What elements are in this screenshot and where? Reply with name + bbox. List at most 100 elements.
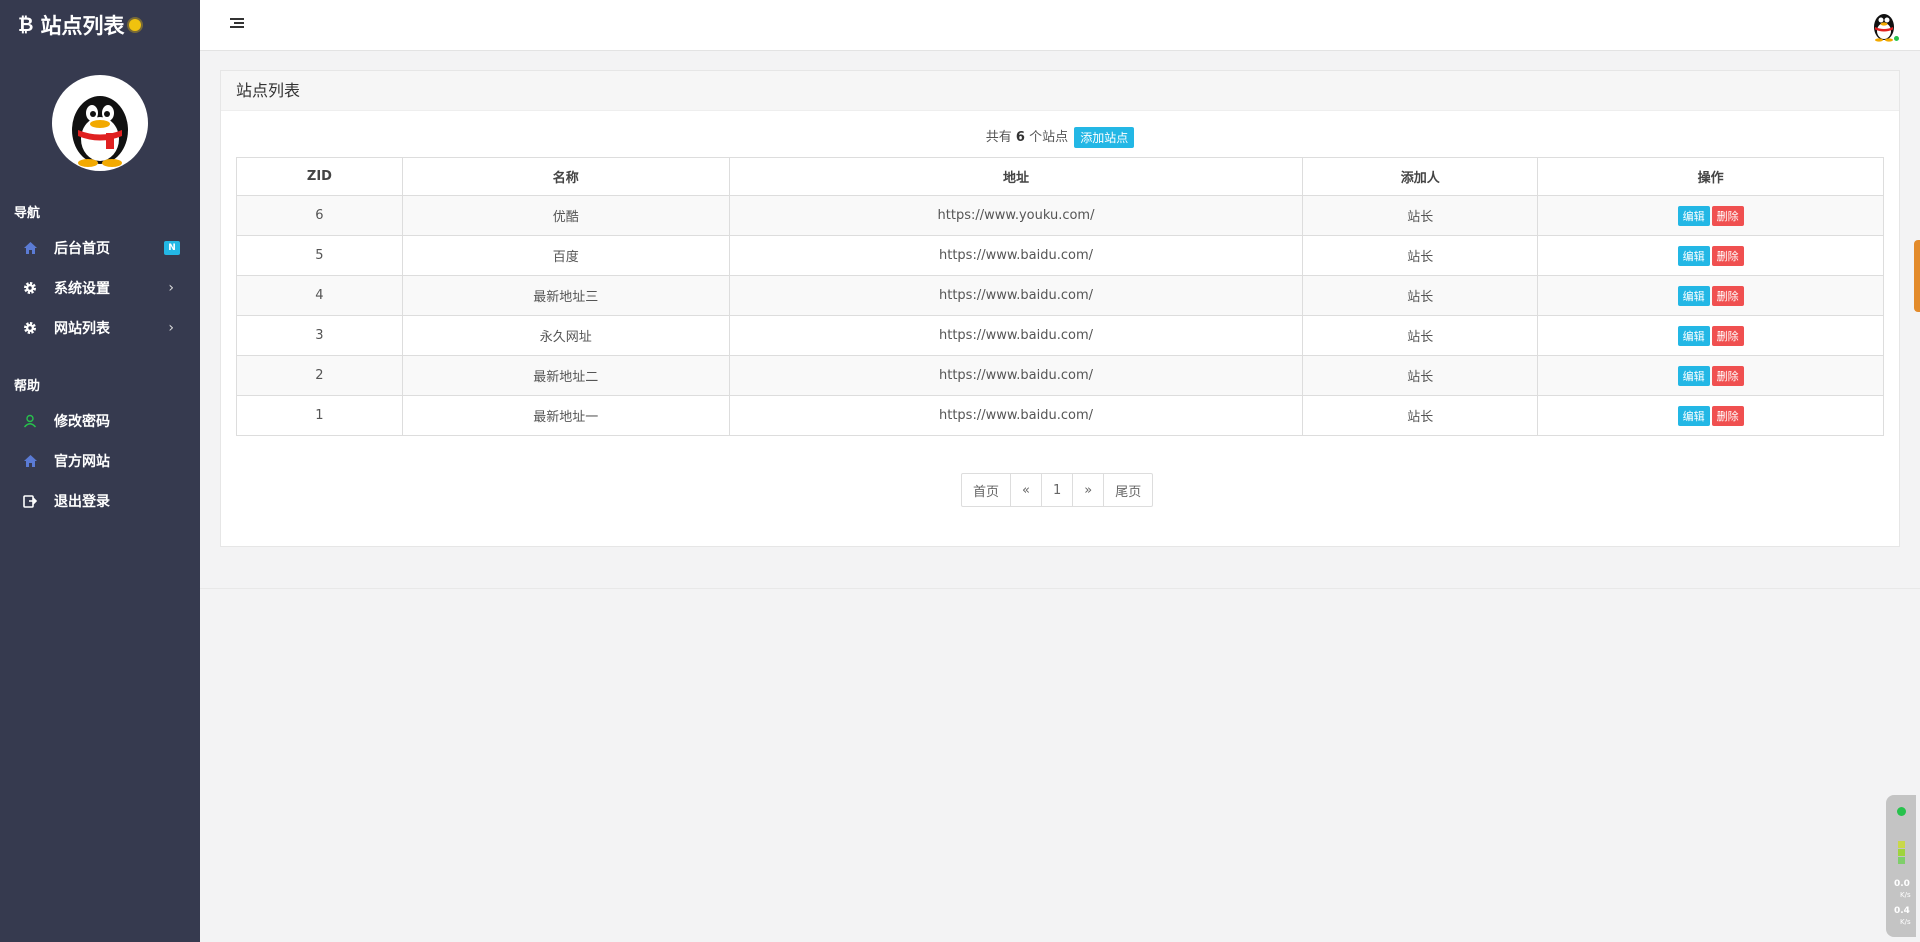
delete-button[interactable]: 删除 <box>1711 325 1744 346</box>
chevron-right-icon: › <box>168 320 174 336</box>
summary-prefix: 共有 <box>985 130 1012 145</box>
chevron-right-icon: › <box>168 280 174 296</box>
cell-zid: 6 <box>236 195 403 236</box>
table-row: 2 最新地址二 https://www.baidu.com/ 站长 编辑 删除 <box>236 355 1884 396</box>
help-heading: 帮助 <box>14 379 41 394</box>
sidebar-item-change-password[interactable]: 修改密码 <box>0 401 200 441</box>
cell-zid: 2 <box>236 355 403 396</box>
cell-adder: 站长 <box>1302 315 1539 356</box>
header-adder: 添加人 <box>1302 157 1539 196</box>
sidebar-item-system-settings[interactable]: 系统设置 › <box>0 268 200 308</box>
cell-name: 最新地址三 <box>401 275 730 316</box>
sidebar: ₿ 站点列表 导航 后台首页 N 系统设置 › 网站列表 › 帮助 修改密码 官… <box>0 0 200 942</box>
edit-button[interactable]: 编辑 <box>1677 285 1710 306</box>
user-icon <box>22 413 38 429</box>
summary-suffix: 个站点 <box>1029 130 1069 145</box>
sidebar-item-dashboard[interactable]: 后台首页 N <box>0 228 200 268</box>
site-table: ZID 名称 地址 添加人 操作 6 优酷 https://www.youku.… <box>236 157 1884 436</box>
gear-icon <box>22 280 38 296</box>
brand[interactable]: ₿ 站点列表 <box>0 0 200 50</box>
cell-adder: 站长 <box>1302 395 1539 436</box>
sidebar-item-official-site[interactable]: 官方网站 <box>0 441 200 481</box>
user-avatar[interactable] <box>1868 8 1900 42</box>
cell-actions: 编辑 删除 <box>1537 355 1884 396</box>
sun-icon <box>129 19 142 31</box>
sidebar-item-site-list[interactable]: 网站列表 › <box>0 308 200 348</box>
download-unit: K/s <box>1900 918 1911 926</box>
sidebar-item-label: 退出登录 <box>54 494 110 510</box>
cell-name: 百度 <box>401 235 730 276</box>
sidebar-item-logout[interactable]: 退出登录 <box>0 481 200 521</box>
header-name: 名称 <box>401 157 730 196</box>
cell-url: https://www.baidu.com/ <box>728 395 1304 436</box>
page-last[interactable]: 尾页 <box>1103 474 1152 506</box>
table-header-row: ZID 名称 地址 添加人 操作 <box>236 157 1884 196</box>
cell-adder: 站长 <box>1302 195 1539 236</box>
cell-actions: 编辑 删除 <box>1537 395 1884 436</box>
header-address: 地址 <box>728 157 1304 196</box>
page-next[interactable]: » <box>1072 474 1103 506</box>
page-current[interactable]: 1 <box>1040 474 1072 506</box>
delete-button[interactable]: 删除 <box>1711 365 1744 386</box>
panel-title: 站点列表 <box>221 71 1899 111</box>
edit-button[interactable]: 编辑 <box>1677 245 1710 266</box>
side-feedback-tab[interactable] <box>1914 240 1920 312</box>
site-list-panel: 站点列表 共有 6 个站点 添加站点 ZID 名称 地址 添加人 操作 6 优酷… <box>220 70 1900 547</box>
site-count: 6 <box>1015 130 1025 145</box>
network-speed-widget[interactable]: 0.0 K/s 0.4 K/s <box>1886 795 1916 937</box>
level-bar <box>1898 857 1905 864</box>
status-dot <box>1897 807 1906 816</box>
menu-toggle-icon[interactable] <box>230 17 244 31</box>
cell-name: 最新地址一 <box>401 395 730 436</box>
cell-actions: 编辑 删除 <box>1537 195 1884 236</box>
header-actions: 操作 <box>1537 157 1884 196</box>
edit-button[interactable]: 编辑 <box>1677 205 1710 226</box>
cell-zid: 4 <box>236 275 403 316</box>
sidebar-item-label: 修改密码 <box>54 414 110 430</box>
page-prev[interactable]: « <box>1010 474 1041 506</box>
cell-zid: 5 <box>236 235 403 276</box>
new-badge: N <box>164 241 180 255</box>
sidebar-item-label: 官方网站 <box>54 454 110 470</box>
delete-button[interactable]: 删除 <box>1711 285 1744 306</box>
home-icon <box>22 240 38 256</box>
cell-actions: 编辑 删除 <box>1537 315 1884 356</box>
sidebar-item-label: 系统设置 <box>54 281 110 297</box>
avatar <box>52 75 148 171</box>
top-bar <box>200 0 1920 51</box>
page-first[interactable]: 首页 <box>962 474 1010 506</box>
cell-actions: 编辑 删除 <box>1537 275 1884 316</box>
cell-url: https://www.baidu.com/ <box>728 355 1304 396</box>
level-bar <box>1898 841 1905 848</box>
add-site-button[interactable]: 添加站点 <box>1074 127 1135 148</box>
cell-zid: 3 <box>236 315 403 356</box>
sidebar-item-label: 网站列表 <box>54 321 110 337</box>
delete-button[interactable]: 删除 <box>1711 205 1744 226</box>
nav-heading: 导航 <box>14 206 41 221</box>
sidebar-item-label: 后台首页 <box>54 241 110 257</box>
table-row: 6 优酷 https://www.youku.com/ 站长 编辑 删除 <box>236 195 1884 236</box>
pagination: 首页 « 1 » 尾页 <box>961 473 1154 507</box>
edit-button[interactable]: 编辑 <box>1677 365 1710 386</box>
logout-icon <box>22 493 38 509</box>
table-row: 3 永久网址 https://www.baidu.com/ 站长 编辑 删除 <box>236 315 1884 356</box>
cell-name: 最新地址二 <box>401 355 730 396</box>
upload-speed: 0.0 <box>1894 879 1910 889</box>
content-divider <box>200 588 1920 589</box>
cell-adder: 站长 <box>1302 235 1539 276</box>
cell-name: 永久网址 <box>401 315 730 356</box>
home-icon <box>22 453 38 469</box>
edit-button[interactable]: 编辑 <box>1677 325 1710 346</box>
download-speed: 0.4 <box>1894 906 1910 916</box>
cell-adder: 站长 <box>1302 355 1539 396</box>
edit-button[interactable]: 编辑 <box>1677 405 1710 426</box>
table-row: 5 百度 https://www.baidu.com/ 站长 编辑 删除 <box>236 235 1884 276</box>
cell-url: https://www.baidu.com/ <box>728 275 1304 316</box>
upload-unit: K/s <box>1900 891 1911 899</box>
cell-url: https://www.baidu.com/ <box>728 315 1304 356</box>
delete-button[interactable]: 删除 <box>1711 245 1744 266</box>
cell-name: 优酷 <box>401 195 730 236</box>
bitcoin-icon: ₿ <box>18 13 34 36</box>
gear-icon <box>22 320 38 336</box>
delete-button[interactable]: 删除 <box>1711 405 1744 426</box>
